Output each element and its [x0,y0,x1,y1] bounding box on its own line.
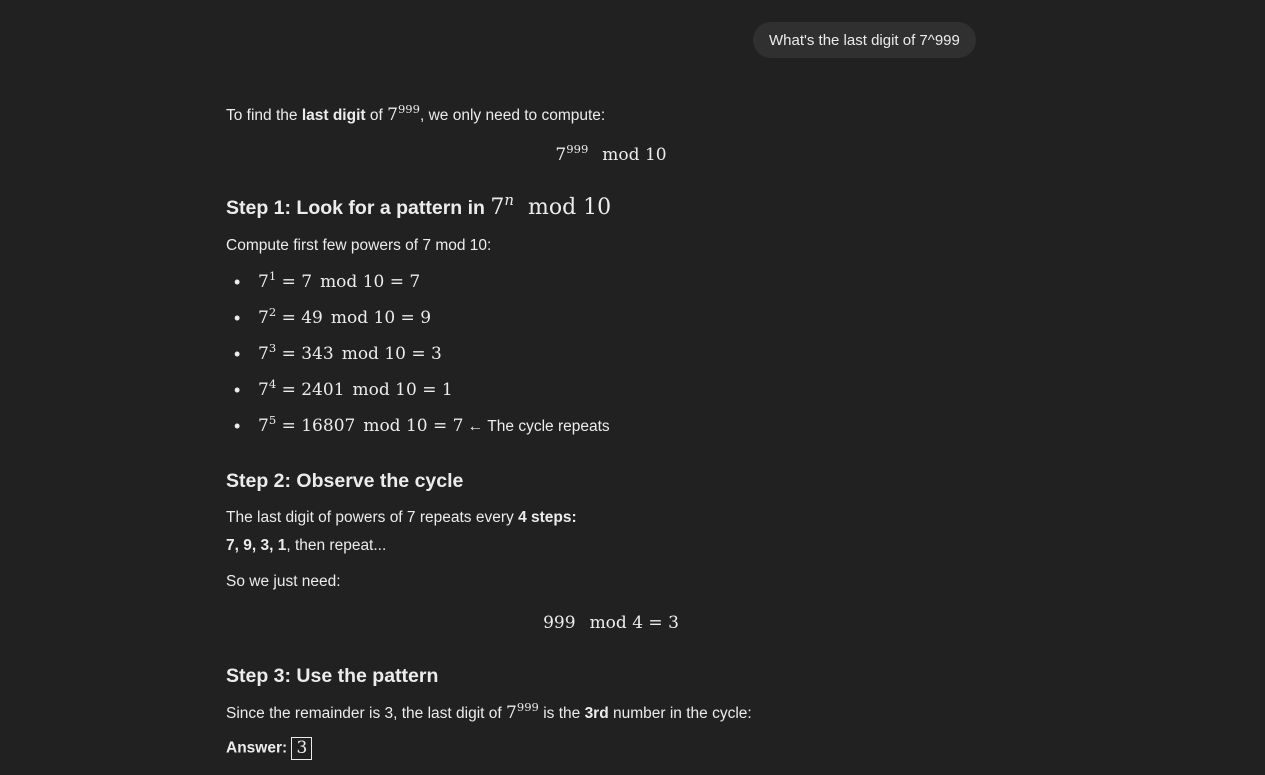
step2-line3: So we just need: [226,573,341,590]
step3-line: Since the remainder is 3, the last digit… [226,700,752,725]
answer-label: Answer: [226,739,288,757]
step3-text-2: is the [538,705,585,722]
list-item-content: 75 = 16807 mod 10 = 7 ← The cycle repeats [258,413,610,438]
power-value: = 16807 [281,416,356,436]
step1-heading-text: Step 1: Look for a pattern in [226,197,491,219]
intro-paragraph: To find the last digit of 7999, we only … [226,102,606,127]
power-expr: 71 = 7 mod 10 = 7 [258,269,421,292]
power-exp: 5 [268,413,277,428]
display2-left: 999 [543,613,576,633]
power-value: = 7 [281,272,313,292]
display1-exp: 999 [566,142,589,157]
list-item-content: 72 = 49 mod 10 = 9 [258,305,432,330]
power-mod: mod 10 = 1 [352,380,453,400]
bullet: • [234,416,241,436]
power-expr: 72 = 49 mod 10 = 9 [258,305,432,328]
power-base: 7 [258,380,269,400]
power-mod: mod 10 = 9 [330,308,432,328]
step1-heading-base: 7 [490,195,505,220]
step1-heading-exp: n [504,191,514,210]
intro-bold: last digit [301,107,366,124]
power-exp: 4 [268,377,277,392]
step2-line1: The last digit of powers of 7 repeats ev… [226,507,577,529]
bullet: • [234,344,241,364]
display1-base: 7 [555,145,567,165]
intro-text-3: , we only need to compute: [419,107,606,124]
intro-math: 7999 [387,102,420,125]
step2-heading: Step 2: Observe the cycle [226,470,464,492]
power-expr: 75 = 16807 mod 10 = 7 [258,413,464,436]
bullet: • [234,272,241,292]
step2-line2: 7, 9, 3, 1, then repeat... [226,535,386,557]
user-message-text: What's the last digit of 7^999 [769,31,960,49]
power-base: 7 [258,416,269,436]
step3-math-base: 7 [506,703,517,723]
step2-line1-text: The last digit of powers of 7 repeats ev… [226,509,519,526]
display1-mod: mod 10 [602,145,667,165]
intro-math-exp: 999 [397,102,420,117]
power-exp: 1 [268,269,277,284]
power-value: = 49 [281,308,323,328]
power-base: 7 [258,344,269,364]
step3-bold: 3rd [584,705,609,722]
list-item-content: 74 = 2401 mod 10 = 1 [258,377,453,402]
bullet: • [234,308,241,328]
power-base: 7 [258,308,269,328]
display-equation-mod4: 999 mod 4 = 3 [226,611,996,635]
list-item-content: 71 = 7 mod 10 = 7 [258,269,421,294]
step3-text-3: number in the cycle: [608,705,752,722]
step3-math: 7999 [506,700,539,723]
user-message-bubble: What's the last digit of 7^999 [753,22,976,58]
power-value: = 2401 [281,380,345,400]
intro-text-1: To find the [226,107,302,124]
intro-math-base: 7 [387,105,398,125]
power-mod: mod 10 = 7 [320,272,421,292]
step1-intro: Compute first few powers of 7 mod 10: [226,237,492,254]
step2-line1-bold: 4 steps [518,509,572,526]
answer-box: 3 [291,737,313,760]
intro-text-2: of [365,107,388,124]
step1-heading-math: 7n mod 10 [490,193,612,220]
power-exp: 2 [268,305,277,320]
step1-heading: Step 1: Look for a pattern in 7n mod 10 [226,193,612,221]
power-expr: 73 = 343 mod 10 = 3 [258,341,442,364]
power-exp: 3 [268,341,277,356]
step3-text-1: Since the remainder is 3, the last digit… [226,705,507,722]
power-note: ← The cycle repeats [467,418,610,435]
chat-page: What's the last digit of 7^999 To find t… [0,0,1265,775]
step3-heading: Step 3: Use the pattern [226,665,439,687]
bullet: • [234,380,241,400]
step2-cycle-digits: 7, 9, 3, 1 [226,537,287,554]
step2-line1-end: : [571,509,577,526]
display-equation-mod10: 7999 mod 10 [226,143,996,167]
list-item-content: 73 = 343 mod 10 = 3 [258,341,442,366]
power-base: 7 [258,272,269,292]
power-mod: mod 10 = 7 [363,416,464,436]
answer-line: Answer: 3 [226,737,313,760]
display2-right: mod 4 = 3 [589,613,679,633]
power-mod: mod 10 = 3 [341,344,442,364]
step1-heading-mod: mod 10 [528,195,612,220]
power-expr: 74 = 2401 mod 10 = 1 [258,377,453,400]
power-value: = 343 [281,344,334,364]
step2-line2-text: , then repeat... [286,537,387,554]
step3-math-exp: 999 [516,700,539,715]
